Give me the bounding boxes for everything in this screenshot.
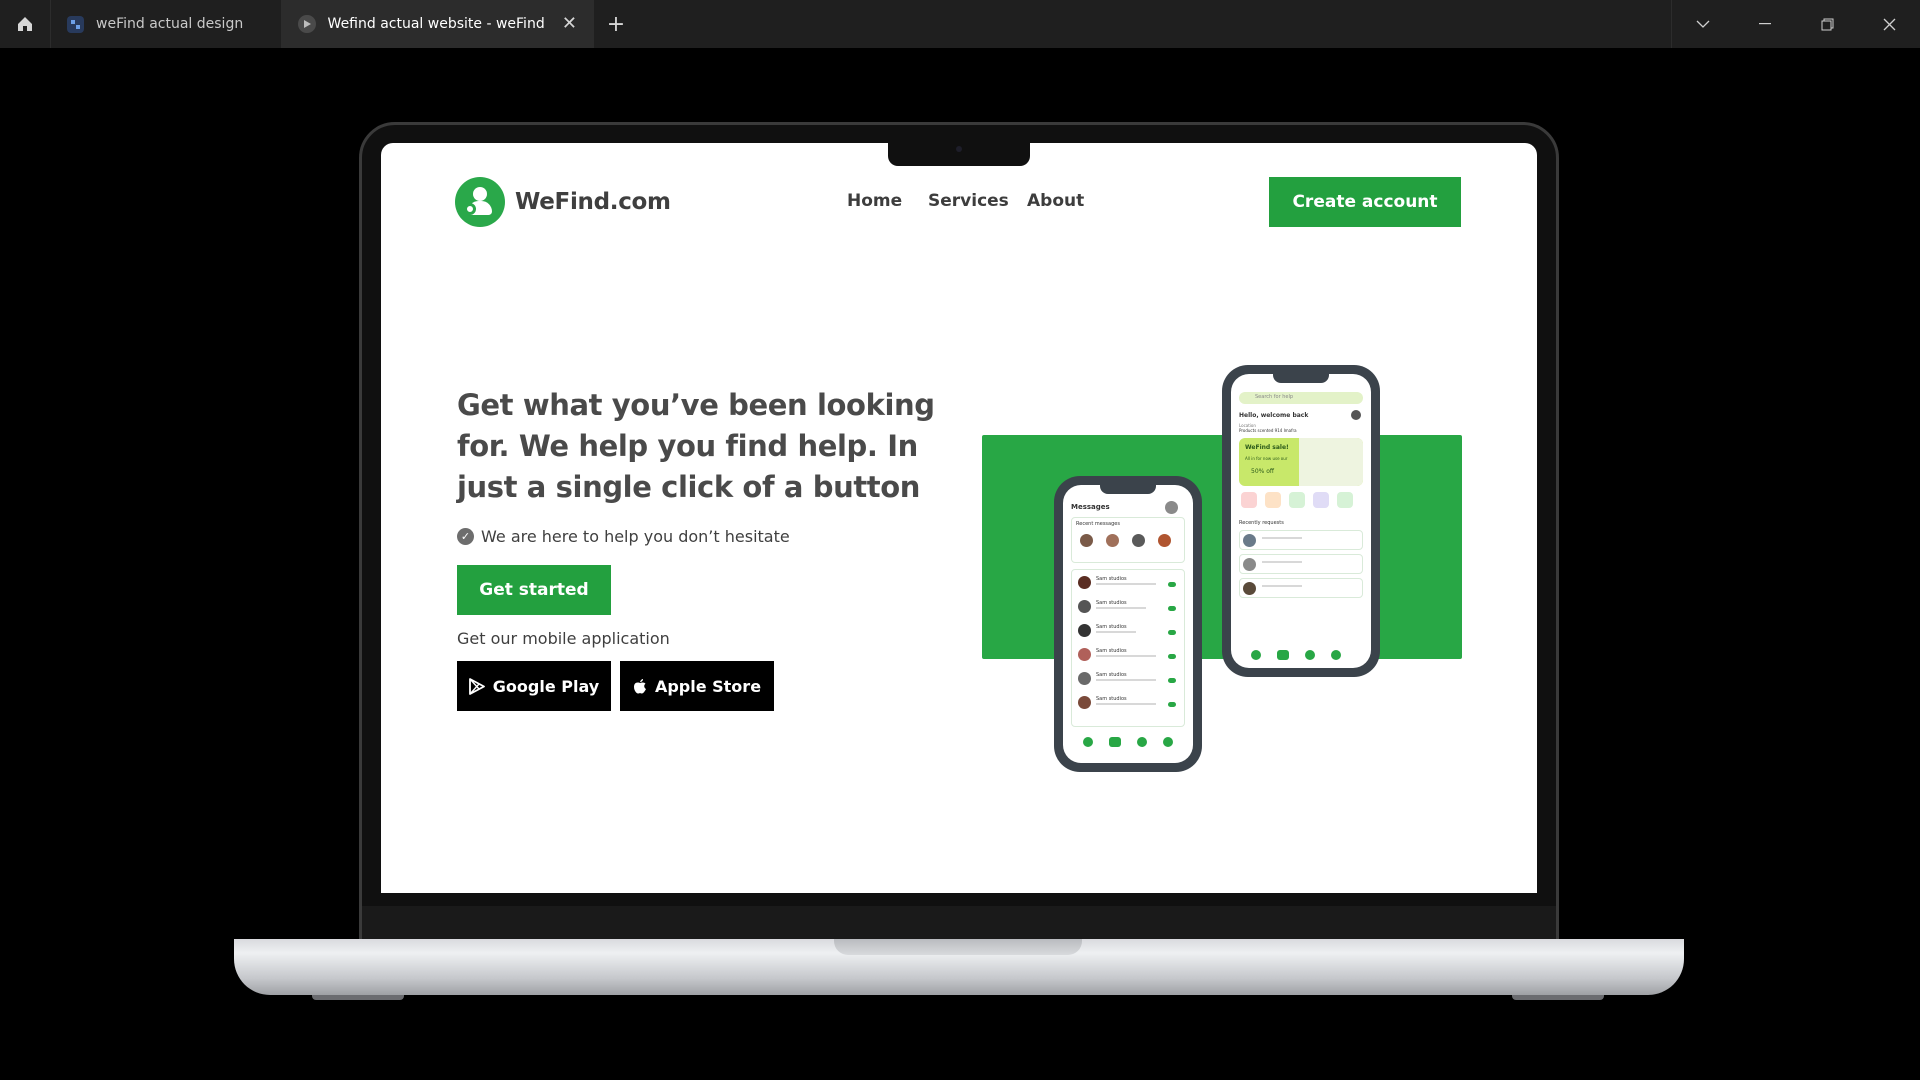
search-placeholder: Search for help [1255, 394, 1294, 400]
tab-wefind-website[interactable]: Wefind actual website - weFind actual de… [282, 0, 594, 48]
phone-home-mockup: Search for help Hello, welcome back Loca… [1222, 365, 1380, 677]
laptop-opening-groove [834, 939, 1082, 955]
laptop-bottom-bezel [362, 906, 1556, 940]
avatar [1158, 534, 1171, 547]
tagline-text: We are here to help you don’t hesitate [481, 527, 790, 546]
google-play-icon [468, 677, 485, 695]
location-value: Products scented 914 Imafra [1239, 428, 1297, 433]
message-sender: Sam studios [1096, 576, 1127, 582]
tab-title: Wefind actual website - weFind actual de… [327, 16, 550, 32]
mobile-app-label: Get our mobile application [457, 629, 670, 648]
promo-card: WeFind sale! All in for now use our 50% … [1239, 438, 1363, 486]
apple-store-label: Apple Store [654, 676, 762, 696]
prototype-play-icon [298, 15, 316, 33]
message-sender: Sam studios [1096, 696, 1127, 702]
avatar [1165, 501, 1178, 514]
hero-title: Get what you’ve been looking for. We hel… [457, 388, 935, 504]
message-sender: Sam studios [1096, 648, 1127, 654]
search-bar: Search for help [1239, 392, 1363, 404]
laptop-screen: WeFind.com Home Services About Create ac… [381, 143, 1537, 893]
recent-requests-label: Recently requests [1239, 520, 1284, 526]
avatar [1132, 534, 1145, 547]
promo-title: WeFind sale! [1245, 444, 1289, 451]
apple-store-button[interactable]: Apple Store [620, 661, 774, 711]
laptop-foot [312, 995, 404, 1000]
google-play-label: Google Play [492, 676, 600, 696]
minimize-button[interactable] [1734, 0, 1796, 48]
home-icon [18, 17, 32, 31]
tab-wefind-design[interactable]: weFind actual design [51, 0, 282, 48]
minimize-icon [1759, 23, 1771, 25]
hero-tagline: ✓ We are here to help you don’t hesitate [457, 527, 790, 546]
app-tab-bar: weFind actual design Wefind actual websi… [0, 0, 1920, 48]
message-sender: Sam studios [1096, 624, 1127, 630]
new-tab-button[interactable]: + [594, 0, 638, 48]
message-sender: Sam studios [1096, 672, 1127, 678]
tab-title: weFind actual design [96, 16, 244, 32]
restore-button[interactable] [1796, 0, 1858, 48]
recent-messages-label: Recent messages [1076, 521, 1120, 527]
promo-subtitle: All in for now use our [1245, 456, 1288, 461]
avatar [1351, 410, 1361, 420]
get-started-button[interactable]: Get started [457, 565, 611, 615]
messages-title: Messages [1071, 503, 1110, 511]
close-tab-icon[interactable]: ✕ [562, 15, 577, 33]
recent-messages-card: Recent messages [1071, 517, 1185, 563]
restore-icon [1821, 18, 1833, 30]
site-logo[interactable]: WeFind.com [455, 177, 671, 227]
nav-about[interactable]: About [1027, 191, 1084, 211]
tab-list-button[interactable] [1672, 0, 1734, 48]
nav-home[interactable]: Home [847, 191, 902, 211]
camera-icon [956, 146, 962, 152]
greeting: Hello, welcome back [1239, 412, 1309, 419]
wefind-logo-icon [455, 177, 505, 227]
home-button[interactable] [0, 0, 51, 48]
close-icon [1883, 18, 1895, 30]
avatar [1106, 534, 1119, 547]
figma-file-icon [67, 15, 84, 33]
wefind-website: WeFind.com Home Services About Create ac… [381, 143, 1537, 893]
message-sender: Sam studios [1096, 600, 1127, 606]
phone-messages-mockup: Messages Recent messages Sam studios Sam… [1054, 476, 1202, 772]
apple-icon [633, 679, 646, 694]
verified-check-icon: ✓ [457, 528, 474, 545]
nav-services[interactable]: Services [928, 191, 1009, 211]
avatar [1080, 534, 1093, 547]
create-account-button[interactable]: Create account [1269, 177, 1461, 227]
google-play-button[interactable]: Google Play [457, 661, 611, 711]
message-list: Sam studios Sam studios Sam studios Sam … [1071, 569, 1185, 727]
promo-discount: 50% off [1251, 468, 1275, 475]
laptop-foot [1512, 995, 1604, 1000]
chevron-down-icon [1696, 20, 1710, 28]
close-window-button[interactable] [1858, 0, 1920, 48]
logo-text: WeFind.com [515, 189, 671, 215]
